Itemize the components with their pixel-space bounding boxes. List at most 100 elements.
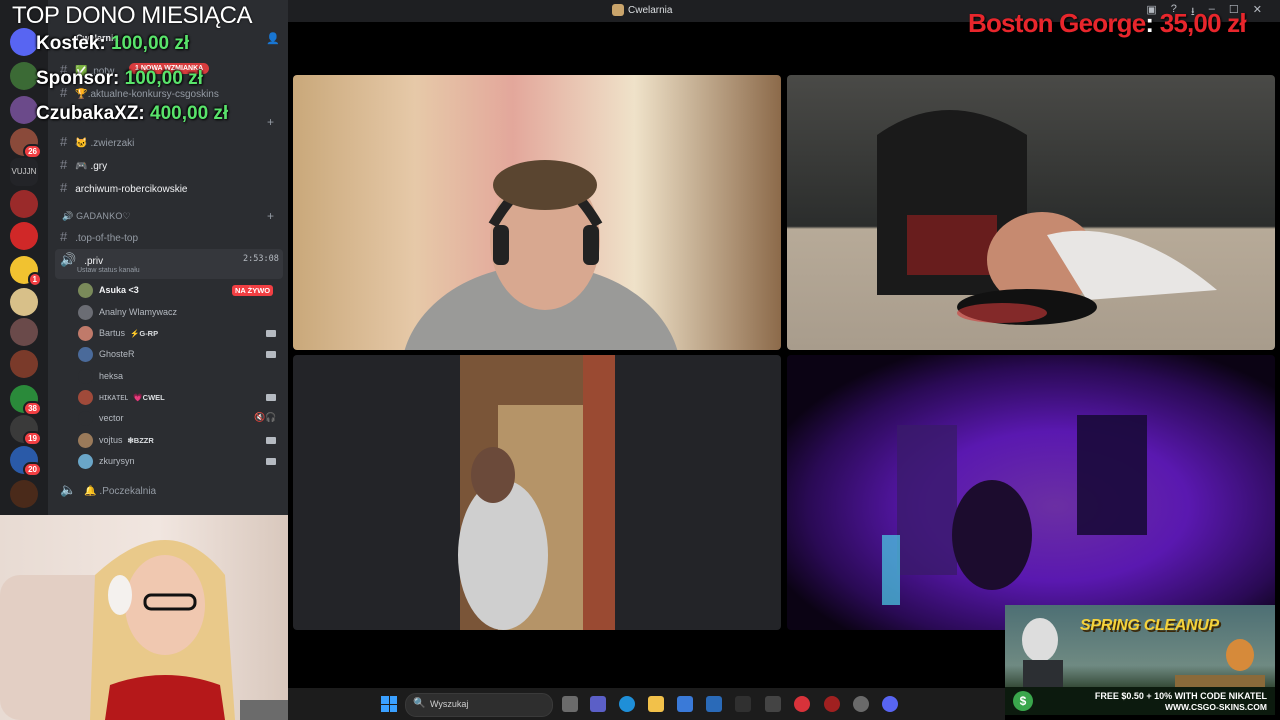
participant-video (404, 160, 678, 350)
app-icon[interactable] (735, 696, 751, 712)
donor-amount: 100,00 zł (124, 68, 203, 89)
user-name: zkurysyn (99, 456, 135, 466)
server-icon[interactable]: 20 (10, 446, 42, 477)
opera-icon[interactable] (794, 696, 810, 712)
obs-icon[interactable] (853, 696, 869, 712)
taskbar-search-input[interactable] (405, 693, 553, 717)
avatar (78, 453, 93, 469)
overlay-title: TOP DONO MIESIĄCA (12, 2, 253, 29)
channel-label: .aktualne-konkursy-csgoskins (87, 89, 219, 100)
video-tile[interactable] (787, 355, 1275, 630)
windows-start-icon[interactable] (381, 696, 397, 712)
live-badge[interactable]: NA ŻYWO (232, 285, 274, 296)
donor-name: Sponsor: (36, 68, 120, 89)
app-icon (612, 4, 624, 16)
channel-zwierzaki[interactable]: # 🐱 .zwierzaki (60, 134, 134, 149)
avatar (78, 282, 93, 298)
task-view-icon[interactable] (562, 696, 578, 712)
server-icon[interactable]: 1 (10, 256, 42, 287)
category-gadanko[interactable]: 🔊 GADANKO♡ (62, 211, 131, 222)
channel-status[interactable]: Ustaw status kanału (77, 267, 140, 274)
server-icon[interactable]: 38 (10, 385, 42, 416)
ad-promo: FREE $0.50 + 10% WITH CODE NIKATEL (1094, 691, 1267, 701)
server-icon[interactable] (10, 480, 38, 508)
streamer-video (0, 540, 288, 720)
donor-amount: 100,00 zł (110, 33, 190, 54)
user-tag: 💗CWEL (133, 392, 165, 402)
camera-icon (266, 437, 276, 444)
server-icon[interactable] (10, 96, 38, 124)
server-icon[interactable]: 19 (10, 415, 42, 446)
camera-icon (266, 458, 276, 465)
voice-channel-poczekalnia[interactable]: 🔈 🔔 .Poczekalnia (60, 482, 156, 498)
teams-icon[interactable] (590, 696, 606, 712)
avatar (78, 432, 93, 448)
user-name: Bartus (99, 328, 126, 338)
avatar (78, 325, 93, 341)
participant-video (458, 355, 615, 630)
channel-label: archiwum-robercikowskie (75, 184, 188, 195)
server-icon[interactable] (10, 222, 38, 250)
opera-gx-icon[interactable] (824, 696, 840, 712)
participant-video (882, 415, 1147, 605)
streamer-webcam (0, 515, 288, 720)
channel-archiwum[interactable]: # archiwum-robercikowskie (60, 180, 188, 195)
camera-icon (266, 394, 276, 401)
cat-icon: 🐱 (75, 138, 91, 149)
user-name: Asuka <3 (99, 285, 139, 295)
voice-channel-priv[interactable]: 🔊 .priv (60, 252, 103, 268)
server-icon[interactable] (10, 62, 38, 90)
voice-user[interactable]: Asuka <3 (78, 281, 139, 299)
window-title: Cwelarnia (628, 5, 673, 16)
server-icon-vujjn[interactable]: VUJJN (10, 158, 38, 186)
voice-user[interactable]: zkurysyn (78, 452, 135, 470)
donor-row: Kostek: 100,00 zł (36, 33, 189, 55)
channel-label: .zwierzaki (90, 138, 135, 149)
channel-top-of-the-top[interactable]: # .top-of-the-top (60, 229, 138, 244)
user-name: vojtus (99, 435, 123, 445)
channel-label: .Poczekalnia (99, 486, 157, 497)
hash-icon: # (60, 134, 68, 149)
voice-user[interactable]: vector (78, 409, 124, 427)
video-tile[interactable] (293, 355, 781, 630)
voice-user[interactable]: GhosteR (78, 345, 135, 363)
video-tile[interactable] (787, 75, 1275, 350)
server-icon[interactable] (10, 190, 38, 218)
latest-separator: : (1145, 8, 1154, 38)
discord-icon[interactable] (882, 696, 898, 712)
close-icon[interactable]: ✕ (1253, 3, 1262, 22)
app-icon[interactable] (765, 696, 781, 712)
user-name: GhosteR (99, 349, 135, 359)
server-badge: 38 (23, 401, 42, 416)
add-channel-icon[interactable]: + (267, 209, 274, 223)
server-icon[interactable] (10, 318, 38, 346)
voice-user[interactable]: Bartus ⚡G-RP (78, 324, 158, 342)
voice-user[interactable]: Analny Wlamywacz (78, 303, 177, 321)
server-badge: 26 (23, 144, 42, 159)
user-name: Analny Wlamywacz (99, 307, 178, 317)
file-explorer-icon[interactable] (648, 696, 664, 712)
voice-user[interactable]: ʜɪᴋᴀᴛᴇʟ 💗CWEL (78, 388, 165, 406)
store-icon[interactable] (677, 696, 693, 712)
mail-icon[interactable] (706, 696, 722, 712)
server-icon[interactable]: 26 (10, 128, 42, 159)
latest-donor-name: Boston George (968, 8, 1146, 38)
server-icon-home[interactable] (10, 28, 38, 56)
edge-icon[interactable] (619, 696, 635, 712)
voice-user[interactable]: heksa (78, 367, 123, 385)
speaker-icon: 🔊 (60, 252, 77, 267)
camera-icon (266, 351, 276, 358)
channel-gry[interactable]: # 🎮 .gry (60, 157, 107, 172)
voice-user[interactable]: vojtus ❇BZZR (78, 431, 154, 449)
add-channel-icon[interactable]: + (267, 115, 274, 129)
server-icon[interactable] (10, 350, 38, 378)
gamepad-icon: 🎮 (75, 161, 91, 172)
video-tile[interactable] (293, 75, 781, 350)
server-icon[interactable] (10, 288, 38, 316)
donor-name: Kostek: (36, 33, 106, 54)
add-member-icon[interactable]: 👤 (266, 32, 280, 45)
speaker-category-icon: 🔊 (62, 211, 77, 221)
muted-icons: 🔇🎧 (254, 412, 277, 422)
dollar-coin-icon: $ (1013, 691, 1033, 711)
donor-row: Sponsor: 100,00 zł (36, 68, 203, 90)
